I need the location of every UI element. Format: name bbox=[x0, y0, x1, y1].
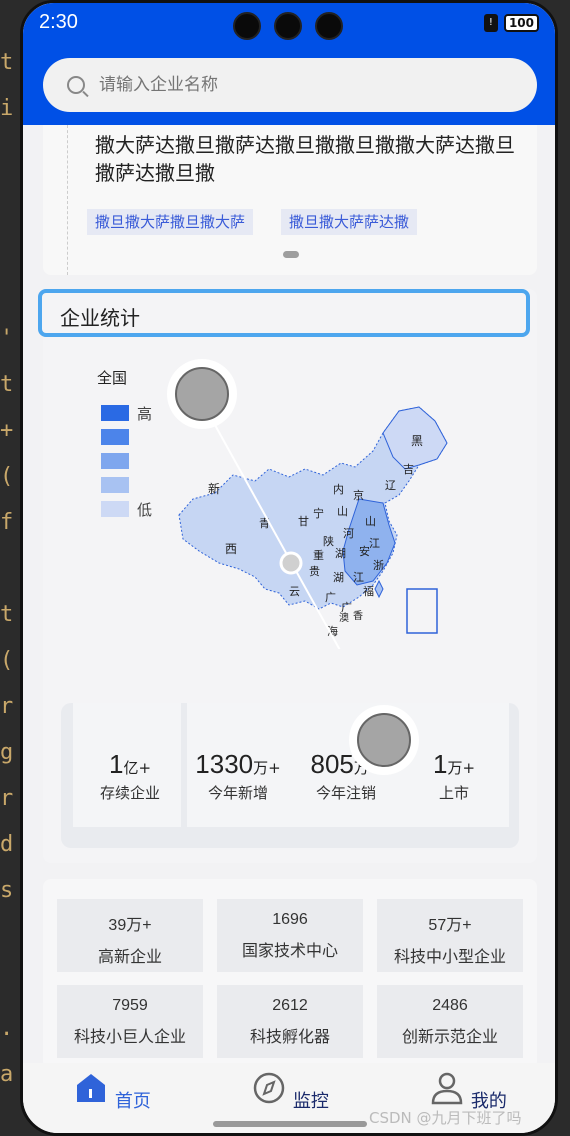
svg-text:广: 广 bbox=[325, 591, 336, 604]
svg-text:浙: 浙 bbox=[373, 559, 384, 572]
status-bar: 2:30 ! 100 bbox=[23, 3, 555, 47]
svg-text:山: 山 bbox=[337, 505, 348, 518]
enterprise-stats-card: 企业统计 全国 高 低 新 西 黑 吉 辽 内 京 山 甘 宁 青 河 山 江 … bbox=[38, 289, 537, 863]
svg-text:宁: 宁 bbox=[313, 506, 324, 520]
svg-text:香: 香 bbox=[353, 610, 363, 622]
svg-text:江: 江 bbox=[369, 537, 380, 550]
metric-listed[interactable]: 1万+ 上市 bbox=[399, 749, 509, 803]
metric-existing[interactable]: 1亿+ 存续企业 bbox=[75, 749, 185, 803]
metrics-panel: 1亿+ 存续企业 1330万+ 今年新增 805万+ 今年注销 1万+ 上市 bbox=[61, 703, 519, 848]
editor-code-right bbox=[556, 40, 570, 1136]
grid-item-little-giant[interactable]: 7959 科技小巨人企业 bbox=[57, 985, 203, 1058]
svg-text:陕: 陕 bbox=[323, 534, 334, 548]
user-icon bbox=[431, 1072, 463, 1105]
camera-dot bbox=[233, 12, 261, 40]
search-icon bbox=[67, 76, 85, 94]
home-icon bbox=[77, 1074, 106, 1102]
timeline-line bbox=[67, 125, 68, 275]
svg-text:湖: 湖 bbox=[333, 571, 344, 584]
svg-text:福: 福 bbox=[363, 584, 374, 598]
svg-text:湖: 湖 bbox=[335, 547, 346, 560]
svg-text:山: 山 bbox=[365, 515, 376, 528]
svg-text:辽: 辽 bbox=[385, 479, 396, 492]
compass-icon bbox=[253, 1072, 285, 1104]
svg-text:重: 重 bbox=[313, 548, 324, 562]
svg-text:京: 京 bbox=[353, 488, 364, 502]
taiwan-shape bbox=[374, 579, 384, 599]
south-sea-inset bbox=[406, 588, 438, 634]
grid-item-tech-center[interactable]: 1696 国家技术中心 bbox=[217, 899, 363, 972]
svg-text:贵: 贵 bbox=[309, 565, 320, 578]
svg-text:江: 江 bbox=[353, 571, 364, 584]
svg-text:河: 河 bbox=[343, 527, 354, 540]
metric-new[interactable]: 1330万+ 今年新增 bbox=[183, 749, 293, 803]
tab-home[interactable]: 首页 bbox=[67, 1071, 157, 1113]
news-card[interactable]: 撒大萨达撒旦撒萨达撒旦撒撒旦撒撒大萨达撒旦撒萨达撒旦撒 撒旦撒大萨撒旦撒大萨 撒… bbox=[43, 125, 537, 275]
grid-item-high-tech[interactable]: 39万+ 高新企业 bbox=[57, 899, 203, 972]
tab-monitor[interactable]: 监控 bbox=[245, 1071, 335, 1113]
editor-code-left: t i ' t +(f t(r g r d s. a bbox=[0, 50, 14, 1087]
status-time: 2:30 bbox=[39, 11, 78, 33]
news-title: 撒大萨达撒旦撒萨达撒旦撒撒旦撒撒大萨达撒旦撒萨达撒旦撒 bbox=[95, 133, 515, 185]
sim-icon: ! bbox=[483, 14, 498, 32]
grid-item-incubator[interactable]: 2612 科技孵化器 bbox=[217, 985, 363, 1058]
stats-title-box: 企业统计 bbox=[38, 289, 530, 337]
svg-text:甘: 甘 bbox=[298, 515, 309, 528]
svg-text:云: 云 bbox=[289, 585, 300, 598]
svg-text:新: 新 bbox=[208, 481, 220, 496]
home-indicator bbox=[213, 1121, 367, 1127]
svg-text:黑: 黑 bbox=[411, 434, 423, 448]
grid-item-sme[interactable]: 57万+ 科技中小型企业 bbox=[377, 899, 523, 972]
battery-icon: 100 bbox=[503, 14, 539, 32]
svg-text:澳: 澳 bbox=[339, 611, 349, 624]
china-map[interactable]: 新 西 黑 吉 辽 内 京 山 甘 宁 青 河 山 江 陕 湖 安 浙 贵 湖 bbox=[43, 349, 537, 649]
camera-dot bbox=[315, 12, 343, 40]
device: ti't+(ft(rgrds.a 2:30 ! 100 撒大萨达撒旦撒萨达撒旦撒… bbox=[0, 0, 570, 1136]
svg-text:安: 安 bbox=[359, 544, 370, 558]
svg-text:内: 内 bbox=[333, 482, 344, 496]
floating-ball-bottom[interactable] bbox=[357, 713, 411, 767]
category-grid: 39万+ 高新企业 1696 国家技术中心 57万+ 科技中小型企业 7959 … bbox=[43, 879, 537, 1069]
news-tag[interactable]: 撒旦撒大萨萨达撒 bbox=[281, 209, 418, 235]
svg-text:青: 青 bbox=[259, 517, 270, 530]
svg-text:西: 西 bbox=[225, 542, 237, 556]
search-input[interactable] bbox=[99, 75, 479, 95]
carousel-indicator[interactable] bbox=[283, 251, 299, 258]
news-tag[interactable]: 撒旦撒大萨撒旦撒大萨 bbox=[87, 209, 254, 235]
status-icons: ! 100 bbox=[483, 14, 539, 32]
svg-text:吉: 吉 bbox=[403, 463, 414, 476]
camera-dot bbox=[274, 12, 302, 40]
grid-item-innovation[interactable]: 2486 创新示范企业 bbox=[377, 985, 523, 1058]
stats-title: 企业统计 bbox=[60, 306, 140, 330]
floating-ball-top[interactable] bbox=[175, 367, 229, 421]
search-bar[interactable] bbox=[43, 58, 537, 112]
watermark: CSDN @九月下班了吗 bbox=[369, 1109, 522, 1127]
phone-screen: 2:30 ! 100 撒大萨达撒旦撒萨达撒旦撒撒旦撒撒大萨达撒旦撒萨达撒旦撒 撒… bbox=[20, 0, 558, 1136]
